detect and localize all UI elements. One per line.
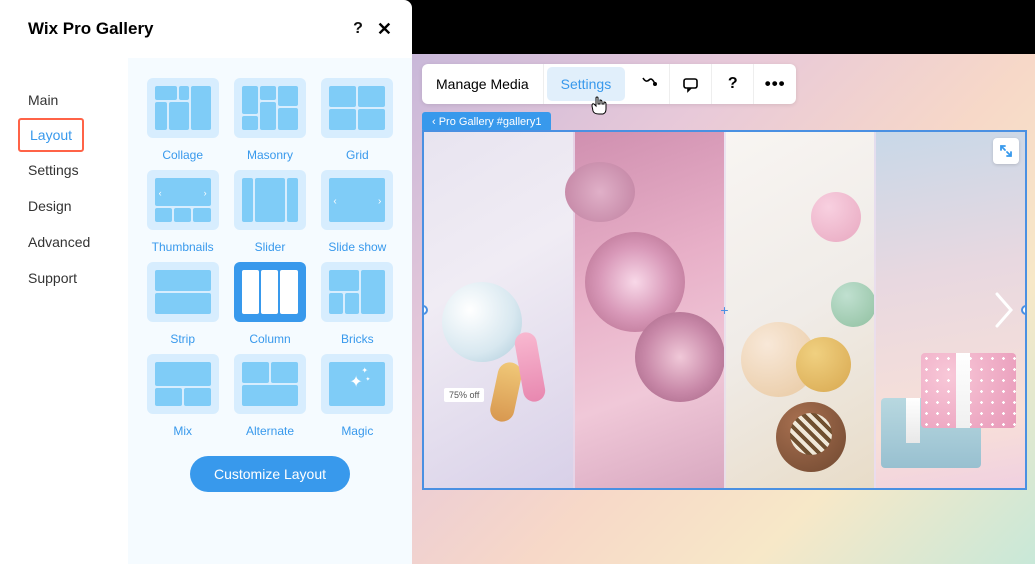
gallery-column-2 bbox=[573, 132, 724, 488]
layout-option-slideshow[interactable]: ‹ › Slide show bbox=[319, 170, 396, 254]
gallery-column-3 bbox=[724, 132, 875, 488]
layout-label: Magic bbox=[341, 424, 373, 438]
layout-label: Slider bbox=[255, 240, 286, 254]
panel-sidebar: Main Layout Settings Design Advanced Sup… bbox=[0, 58, 128, 564]
layout-option-thumbnails[interactable]: ‹ › Thumbnails bbox=[144, 170, 221, 254]
panel-header-actions: ? ✕ bbox=[353, 19, 392, 40]
help-icon[interactable]: ? bbox=[353, 20, 363, 38]
gallery-column-1: 75% off bbox=[424, 132, 573, 488]
sidebar-item-design[interactable]: Design bbox=[0, 188, 128, 224]
layout-option-collage[interactable]: Collage bbox=[144, 78, 221, 162]
layout-label: Masonry bbox=[247, 148, 293, 162]
layout-option-alternate[interactable]: Alternate bbox=[231, 354, 308, 438]
layout-options-grid: Collage Masonry bbox=[144, 78, 396, 438]
expand-icon[interactable] bbox=[993, 138, 1019, 164]
layout-label: Bricks bbox=[341, 332, 374, 346]
layout-option-column[interactable]: Column bbox=[231, 262, 308, 346]
help-icon[interactable]: ? bbox=[712, 64, 754, 104]
animation-icon[interactable] bbox=[628, 64, 670, 104]
resize-handle-right[interactable] bbox=[1021, 305, 1027, 315]
editor-canvas: Manage Media Settings ? ••• ‹ Pro Galler… bbox=[412, 54, 1035, 564]
layout-label: Strip bbox=[170, 332, 195, 346]
layout-label: Mix bbox=[173, 424, 192, 438]
layout-option-mix[interactable]: Mix bbox=[144, 354, 221, 438]
layout-label: Slide show bbox=[328, 240, 386, 254]
panel-title: Wix Pro Gallery bbox=[28, 19, 154, 39]
panel-content: Collage Masonry bbox=[128, 58, 412, 564]
gallery-settings-panel: Wix Pro Gallery ? ✕ Main Layout Settings… bbox=[0, 0, 412, 564]
layout-label: Collage bbox=[162, 148, 203, 162]
center-add-marker[interactable]: + bbox=[720, 302, 728, 318]
layout-option-grid[interactable]: Grid bbox=[319, 78, 396, 162]
pro-gallery-element[interactable]: 75% off + bbox=[422, 130, 1027, 490]
layout-option-strip[interactable]: Strip bbox=[144, 262, 221, 346]
panel-header: Wix Pro Gallery ? ✕ bbox=[0, 0, 412, 58]
element-breadcrumb[interactable]: ‹ Pro Gallery #gallery1 bbox=[422, 112, 551, 132]
layout-option-magic[interactable]: ✦ ✦ ✦ Magic bbox=[319, 354, 396, 438]
layout-label: Thumbnails bbox=[152, 240, 214, 254]
sidebar-item-main[interactable]: Main bbox=[0, 82, 128, 118]
settings-button[interactable]: Settings bbox=[547, 67, 626, 101]
chat-icon[interactable] bbox=[670, 64, 712, 104]
layout-option-bricks[interactable]: Bricks bbox=[319, 262, 396, 346]
element-toolbar: Manage Media Settings ? ••• bbox=[422, 64, 796, 104]
sidebar-item-support[interactable]: Support bbox=[0, 260, 128, 296]
sidebar-item-settings[interactable]: Settings bbox=[0, 152, 128, 188]
sidebar-item-layout[interactable]: Layout bbox=[18, 118, 84, 152]
panel-body: Main Layout Settings Design Advanced Sup… bbox=[0, 58, 412, 564]
editor-top-bar bbox=[412, 0, 1035, 54]
layout-option-masonry[interactable]: Masonry bbox=[231, 78, 308, 162]
sidebar-item-advanced[interactable]: Advanced bbox=[0, 224, 128, 260]
layout-label: Column bbox=[249, 332, 290, 346]
sale-badge: 75% off bbox=[444, 388, 484, 402]
more-options-icon[interactable]: ••• bbox=[754, 64, 796, 104]
layout-label: Alternate bbox=[246, 424, 294, 438]
manage-media-button[interactable]: Manage Media bbox=[422, 64, 544, 104]
close-icon[interactable]: ✕ bbox=[377, 19, 392, 40]
layout-label: Grid bbox=[346, 148, 369, 162]
customize-layout-button[interactable]: Customize Layout bbox=[190, 456, 350, 492]
layout-option-slider[interactable]: Slider bbox=[231, 170, 308, 254]
gallery-next-arrow[interactable] bbox=[993, 290, 1017, 330]
